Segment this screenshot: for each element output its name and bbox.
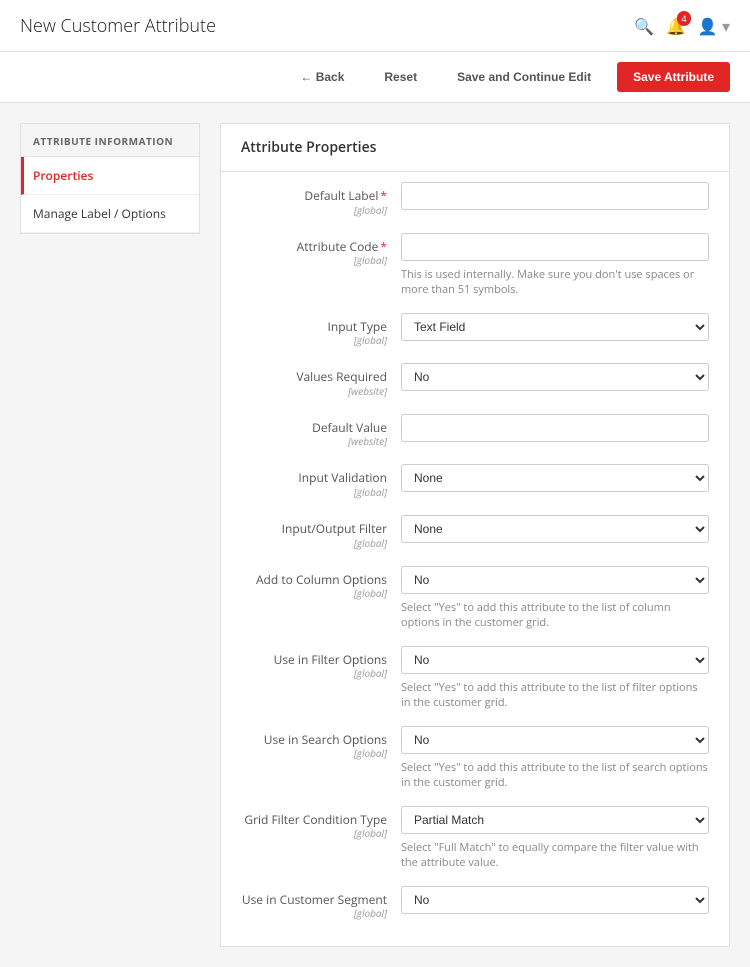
input-output-filter-select[interactable]: None Strip HTML Tags Escape HTML Entitie…	[401, 515, 709, 543]
input-output-filter-row: Input/Output Filter [global] None Strip …	[241, 515, 709, 552]
default-value-field	[401, 414, 709, 442]
sidebar-section-title: ATTRIBUTE INFORMATION	[20, 123, 200, 156]
use-in-search-help: Select "Yes" to add this attribute to th…	[401, 760, 709, 790]
save-continue-label: Save and Continue Edit	[457, 70, 591, 84]
input-type-field: Text Field Text Area Date Yes/No Multipl…	[401, 313, 709, 341]
back-button[interactable]: ← Back	[286, 63, 358, 91]
use-in-search-row: Use in Search Options [global] No Yes Se…	[241, 726, 709, 792]
toolbar: ← Back Reset Save and Continue Edit Save…	[0, 52, 750, 103]
use-in-filter-help: Select "Yes" to add this attribute to th…	[401, 680, 709, 710]
values-required-field: No Yes	[401, 363, 709, 391]
default-label-label: Default Label* [global]	[241, 182, 401, 217]
reset-label: Reset	[384, 70, 417, 84]
required-mark-2: *	[380, 238, 387, 255]
use-in-customer-segment-field: No Yes	[401, 886, 709, 914]
use-in-filter-row: Use in Filter Options [global] No Yes Se…	[241, 646, 709, 712]
use-in-search-select[interactable]: No Yes	[401, 726, 709, 754]
input-output-filter-field: None Strip HTML Tags Escape HTML Entitie…	[401, 515, 709, 543]
use-in-filter-select[interactable]: No Yes	[401, 646, 709, 674]
default-label-input[interactable]	[401, 182, 709, 210]
user-icon[interactable]: 👤 ▾	[698, 15, 730, 37]
grid-filter-condition-field: Partial Match Full Match Equal Select "F…	[401, 806, 709, 870]
page-title: New Customer Attribute	[20, 14, 216, 38]
input-validation-select[interactable]: None Alphanumeric Numeric Only Email URL	[401, 464, 709, 492]
add-to-column-help: Select "Yes" to add this attribute to th…	[401, 600, 709, 630]
reset-button[interactable]: Reset	[370, 63, 431, 91]
values-required-label: Values Required [website]	[241, 363, 401, 398]
input-type-row: Input Type [global] Text Field Text Area…	[241, 313, 709, 350]
sidebar-item-manage-label[interactable]: Manage Label / Options	[21, 195, 199, 233]
grid-filter-condition-help: Select "Full Match" to equally compare t…	[401, 840, 709, 870]
form-content: Default Label* [global] Attribute Code* …	[221, 172, 729, 946]
use-in-customer-segment-label: Use in Customer Segment [global]	[241, 886, 401, 921]
default-label-row: Default Label* [global]	[241, 182, 709, 219]
page-header: New Customer Attribute 🔍 🔔 4 👤 ▾	[0, 0, 750, 52]
values-required-select[interactable]: No Yes	[401, 363, 709, 391]
attribute-code-field: This is used internally. Make sure you d…	[401, 233, 709, 297]
grid-filter-condition-label: Grid Filter Condition Type [global]	[241, 806, 401, 841]
notification-badge: 4	[677, 11, 691, 26]
use-in-customer-segment-row: Use in Customer Segment [global] No Yes	[241, 886, 709, 923]
sidebar-item-properties-label: Properties	[33, 167, 93, 184]
use-in-customer-segment-select[interactable]: No Yes	[401, 886, 709, 914]
form-title: Attribute Properties	[221, 124, 729, 172]
main-content: ATTRIBUTE INFORMATION Properties Manage …	[0, 103, 750, 967]
add-to-column-label: Add to Column Options [global]	[241, 566, 401, 601]
form-area: Attribute Properties Default Label* [glo…	[220, 123, 730, 947]
use-in-search-field: No Yes Select "Yes" to add this attribut…	[401, 726, 709, 790]
input-type-select[interactable]: Text Field Text Area Date Yes/No Multipl…	[401, 313, 709, 341]
required-mark: *	[380, 187, 387, 204]
input-output-filter-label: Input/Output Filter [global]	[241, 515, 401, 550]
attribute-code-row: Attribute Code* [global] This is used in…	[241, 233, 709, 299]
input-type-label: Input Type [global]	[241, 313, 401, 348]
sidebar-item-properties[interactable]: Properties	[21, 157, 199, 195]
grid-filter-condition-select[interactable]: Partial Match Full Match Equal	[401, 806, 709, 834]
header-icons: 🔍 🔔 4 👤 ▾	[634, 15, 730, 37]
default-value-input[interactable]	[401, 414, 709, 442]
input-validation-field: None Alphanumeric Numeric Only Email URL	[401, 464, 709, 492]
save-attribute-button[interactable]: Save Attribute	[617, 62, 730, 92]
save-attribute-label: Save Attribute	[633, 70, 714, 84]
use-in-filter-field: No Yes Select "Yes" to add this attribut…	[401, 646, 709, 710]
use-in-filter-label: Use in Filter Options [global]	[241, 646, 401, 681]
add-to-column-field: No Yes Select "Yes" to add this attribut…	[401, 566, 709, 630]
sidebar: ATTRIBUTE INFORMATION Properties Manage …	[20, 123, 200, 947]
input-validation-row: Input Validation [global] None Alphanume…	[241, 464, 709, 501]
grid-filter-condition-row: Grid Filter Condition Type [global] Part…	[241, 806, 709, 872]
default-label-field	[401, 182, 709, 210]
add-to-column-row: Add to Column Options [global] No Yes Se…	[241, 566, 709, 632]
notification-icon[interactable]: 🔔 4	[666, 15, 686, 37]
default-value-row: Default Value [website]	[241, 414, 709, 451]
sidebar-nav: Properties Manage Label / Options	[20, 156, 200, 234]
input-validation-label: Input Validation [global]	[241, 464, 401, 499]
sidebar-item-manage-label-text: Manage Label / Options	[33, 205, 166, 222]
search-icon[interactable]: 🔍	[634, 15, 654, 37]
attribute-code-help: This is used internally. Make sure you d…	[401, 267, 709, 297]
attribute-code-label: Attribute Code* [global]	[241, 233, 401, 268]
values-required-row: Values Required [website] No Yes	[241, 363, 709, 400]
save-continue-button[interactable]: Save and Continue Edit	[443, 63, 605, 91]
use-in-search-label: Use in Search Options [global]	[241, 726, 401, 761]
back-label: ← Back	[300, 70, 344, 84]
attribute-code-input[interactable]	[401, 233, 709, 261]
default-value-label: Default Value [website]	[241, 414, 401, 449]
